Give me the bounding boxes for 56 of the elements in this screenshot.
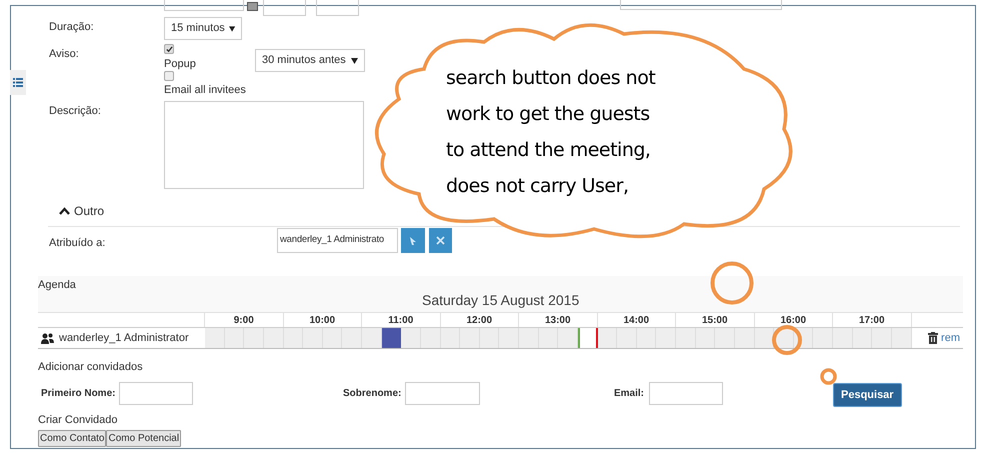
field-label: Descrição: <box>49 104 102 119</box>
checkmark-icon <box>166 46 172 52</box>
section-title: Criar Convidado <box>38 412 118 428</box>
hour-label: 13:00 <box>519 313 598 327</box>
checkbox[interactable] <box>164 70 174 80</box>
hour-label: 11:00 <box>362 313 440 327</box>
checkbox-label: Email all invitees <box>164 82 247 98</box>
section-toggle[interactable]: Outro <box>59 202 104 220</box>
field-label: Duração: <box>49 20 95 35</box>
annotation-text: search button does not work to get the guests to attend the meeting, does not carry User, <box>446 66 656 199</box>
sidebar-toggle[interactable] <box>10 70 26 95</box>
remove-button[interactable]: rem <box>912 328 963 348</box>
clear-button[interactable] <box>429 228 452 253</box>
cursor-icon <box>410 236 416 244</box>
checkbox-label: Popup <box>164 57 197 72</box>
search-button[interactable]: Pesquisar <box>833 383 902 407</box>
close-icon <box>436 236 445 245</box>
email-field[interactable] <box>649 382 723 405</box>
annotation-circle <box>820 368 837 385</box>
attendee-name: wanderley_1 Administrator <box>59 330 189 346</box>
users-icon <box>41 332 54 344</box>
create-guest-button[interactable]: Como Potencial <box>106 430 182 447</box>
field-label: Sobrenome: <box>343 387 402 401</box>
hour-label: 9:00 <box>205 313 284 327</box>
chevron-icon <box>59 207 70 215</box>
duration-select[interactable]: 15 minutos <box>164 17 242 40</box>
assignee-field[interactable]: wanderley_1 Administrato <box>277 228 398 253</box>
hour-label: 12:00 <box>440 313 519 327</box>
hour-label: 16:00 <box>754 313 833 327</box>
dropdown-caret-icon <box>351 58 358 64</box>
select-button[interactable] <box>401 228 425 253</box>
create-guest-button[interactable]: Como Contato <box>38 430 106 447</box>
annotation-circle <box>771 324 803 356</box>
calendar-icon[interactable] <box>247 2 258 11</box>
meeting-slot[interactable] <box>578 328 598 348</box>
busy-slot[interactable] <box>382 328 402 348</box>
list-icon <box>13 78 23 87</box>
section-title: Adicionar convidados <box>38 360 144 375</box>
section-title: Agenda <box>38 278 76 293</box>
dropdown-caret-icon <box>228 26 235 32</box>
field-label: Atribuído a: <box>49 236 106 251</box>
first-name-field[interactable] <box>119 382 193 405</box>
checkbox[interactable] <box>164 44 174 54</box>
field-label: Primeiro Nome: <box>41 387 116 401</box>
annotation-circle <box>710 261 754 305</box>
hour-label: 14:00 <box>598 313 676 327</box>
hour-label: 17:00 <box>833 313 912 327</box>
hour-label: 15:00 <box>676 313 754 327</box>
hour-label: 10:00 <box>284 313 362 327</box>
description-textarea[interactable] <box>164 101 364 189</box>
agenda-date: Saturday 15 August 2015 <box>422 291 580 310</box>
trash-icon <box>928 332 938 344</box>
field-label: Email: <box>614 387 646 401</box>
last-name-field[interactable] <box>405 382 480 405</box>
field-label: Aviso: <box>49 47 80 62</box>
reminder-select[interactable]: 30 minutos antes <box>255 49 365 72</box>
